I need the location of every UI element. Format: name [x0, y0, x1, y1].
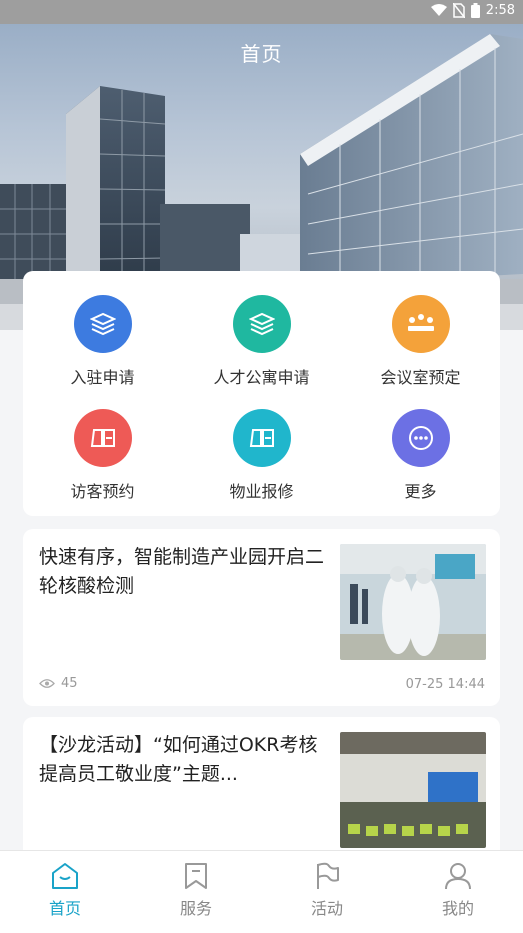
stack-icon — [232, 295, 291, 353]
eye-icon — [39, 679, 55, 688]
view-count-value: 45 — [61, 676, 78, 691]
news-timestamp: 07-25 14:44 — [405, 677, 485, 692]
stack-icon — [73, 295, 132, 353]
flag-icon — [317, 862, 339, 889]
bookmark-icon — [185, 863, 207, 889]
status-icons: 2:58 — [430, 3, 515, 18]
panels-icon — [73, 409, 132, 467]
news-thumbnail — [340, 732, 486, 848]
tab-profile[interactable]: 我的 — [393, 851, 523, 933]
grid-label: 入驻申请 — [70, 368, 135, 387]
status-time: 2:58 — [485, 3, 515, 18]
battery-icon — [470, 3, 480, 18]
home-icon — [52, 863, 78, 889]
tab-label: 服务 — [179, 899, 212, 918]
news-thumbnail — [340, 544, 486, 660]
bottom-tab-bar: 首页 服务 活动 我的 — [0, 850, 523, 933]
grid-label: 访客预约 — [70, 482, 135, 501]
grid-item-property-repair[interactable]: 物业报修 — [182, 409, 341, 502]
grid-item-more[interactable]: 更多 — [341, 409, 500, 502]
tab-label: 我的 — [441, 899, 474, 918]
grid-item-visitor-appointment[interactable]: 访客预约 — [23, 409, 182, 502]
tab-services[interactable]: 服务 — [131, 851, 261, 933]
wifi-icon — [430, 4, 447, 16]
grid-label: 人才公寓申请 — [213, 368, 310, 387]
tab-home[interactable]: 首页 — [0, 851, 130, 933]
grid-item-meeting-room[interactable]: 会议室预定 — [341, 295, 500, 388]
tab-label: 首页 — [48, 899, 81, 918]
grid-label: 物业报修 — [229, 482, 294, 501]
news-title: 【沙龙活动】“如何通过OKR考核提高员工敬业度”主题... — [39, 734, 318, 785]
grid-item-settle-application[interactable]: 入驻申请 — [23, 295, 182, 388]
page-title: 首页 — [240, 42, 283, 66]
status-bar: 2:58 — [0, 0, 523, 24]
view-count: 45 — [39, 676, 78, 691]
meeting-icon — [391, 295, 450, 353]
tab-activities[interactable]: 活动 — [262, 851, 392, 933]
grid-label: 会议室预定 — [380, 368, 461, 387]
news-title: 快速有序，智能制造产业园开启二轮核酸检测 — [39, 546, 325, 597]
news-card[interactable]: 快速有序，智能制造产业园开启二轮核酸检测 45 07-25 14:44 — [23, 529, 500, 706]
user-icon — [445, 863, 471, 890]
no-sim-icon — [452, 3, 465, 18]
tab-label: 活动 — [310, 899, 343, 918]
grid-label: 更多 — [404, 482, 437, 501]
more-icon — [391, 409, 450, 467]
panels-icon — [232, 409, 291, 467]
quick-actions-card: 入驻申请 人才公寓申请 会议室预定 访客预约 物业报修 更多 — [23, 271, 500, 516]
grid-item-talent-apartment[interactable]: 人才公寓申请 — [182, 295, 341, 388]
